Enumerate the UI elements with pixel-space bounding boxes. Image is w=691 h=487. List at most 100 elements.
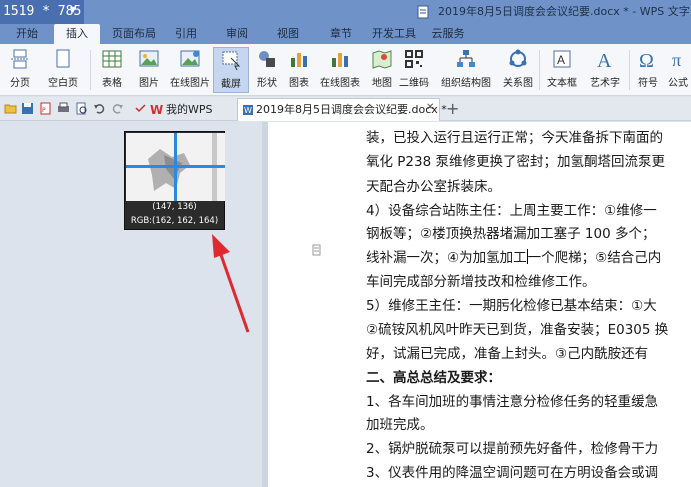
document-line: 钢板等；②楼顶换热器堵漏加工塞子 100 多个； [366, 226, 656, 242]
document-line: 氧化 P238 泵维修更换了密封；加氢酮塔回流泵更 [366, 154, 665, 170]
symbol-button[interactable]: Ω 符号 [633, 47, 663, 93]
org-chart-button[interactable]: 组织结构图 [434, 47, 498, 93]
formula-button[interactable]: π 公式 [665, 47, 691, 93]
export-pdf-icon[interactable]: P [39, 102, 52, 115]
blank-page-icon [56, 49, 70, 68]
undo-icon[interactable] [93, 102, 106, 115]
wordart-label: 艺术字 [590, 78, 620, 89]
symbol-icon: Ω [639, 50, 654, 70]
online-chart-button[interactable]: 在线图表 [315, 47, 365, 93]
online-picture-icon [180, 50, 200, 67]
picture-button[interactable]: 图片 [132, 47, 166, 93]
document-workspace: 装，已投入运行且运行正常；今天准备拆下南面的 氧化 P238 泵维修更换了密封；… [0, 122, 691, 487]
document-line-with-cursor: 线补漏一次；④为加氢加工一个爬梯；⑤结合己内 [366, 246, 661, 266]
document-page[interactable]: 装，已投入运行且运行正常；今天准备拆下南面的 氧化 P238 泵维修更换了密封；… [268, 122, 691, 487]
print-icon[interactable] [57, 102, 70, 115]
relation-chart-icon [509, 49, 527, 67]
svg-text:π: π [672, 50, 681, 70]
redo-icon[interactable] [111, 102, 124, 115]
window-title: 2019年8月5日调度会会议纪要.docx * - WPS 文字 [438, 5, 690, 18]
org-chart-icon [457, 50, 475, 67]
chart-button[interactable]: 图表 [285, 47, 313, 93]
tab-developer[interactable]: 开发工具 [366, 24, 422, 44]
online-chart-label: 在线图表 [320, 78, 360, 89]
magnifier-rgb-value: RGB:(162, 162, 164) [130, 216, 219, 226]
table-button[interactable]: 表格 [95, 47, 129, 93]
ribbon-separator [90, 50, 91, 90]
tab-insert[interactable]: 插入 [54, 24, 100, 44]
ribbon-separator [629, 50, 630, 90]
shapes-button[interactable]: 形状 [252, 47, 282, 93]
shapes-icon [259, 51, 275, 67]
chevron-down-icon[interactable]: ▼ [70, 5, 76, 14]
org-chart-label: 组织结构图 [441, 78, 491, 89]
picture-label: 图片 [139, 78, 159, 89]
textbox-button[interactable]: A 文本框 [542, 47, 582, 93]
menu-bar: 开始 插入 页面布局 引用 审阅 视图 章节 开发工具 云服务 [0, 24, 691, 44]
shapes-label: 形状 [257, 78, 277, 89]
blank-page-button[interactable]: 空白页 [40, 47, 86, 93]
annotation-arrow [212, 234, 250, 333]
document-line: 1、各车间加班的事情注意分检修任务的轻重缓急 [366, 394, 659, 410]
textbox-label: 文本框 [547, 78, 577, 89]
page-break-label: 分页 [10, 78, 30, 89]
magnifier-zoom-view [126, 133, 225, 201]
document-line: 加班完成。 [366, 417, 434, 433]
map-button[interactable]: 地图 [368, 47, 396, 93]
document-icon: W [243, 105, 253, 115]
textbox-icon: A [553, 50, 571, 68]
tab-my-wps[interactable]: W 我的WPS [144, 99, 232, 120]
print-preview-icon[interactable] [75, 102, 88, 115]
tab-view[interactable]: 视图 [268, 24, 308, 44]
document-line: 车间完成部分新增技改和检维修工作。 [366, 274, 596, 290]
page-break-button[interactable]: 分页 [3, 47, 37, 93]
document-line: 好，试漏已完成，准备上封头。③己内酰胺还有 [366, 346, 649, 362]
wps-logo-icon: W [150, 103, 163, 116]
open-folder-icon[interactable] [4, 102, 17, 115]
close-icon[interactable]: ✕ [426, 102, 434, 113]
ribbon-insert: 分页 空白页 表格 图片 在线图片 截屏 形状 图表 在线图表 地图 二维码 组… [0, 44, 691, 96]
svg-text:W: W [150, 103, 163, 116]
screenshot-magnifier: (147, 136) RGB:(162, 162, 164) [124, 131, 225, 230]
tab-review[interactable]: 审阅 [217, 24, 257, 44]
online-picture-button[interactable]: 在线图片 [168, 47, 212, 93]
table-icon [102, 50, 122, 68]
qrcode-button[interactable]: 二维码 [397, 47, 431, 93]
svg-text:P: P [42, 107, 46, 114]
new-tab-icon[interactable]: + [446, 99, 459, 118]
document-line: 天配合办公室拆装床。 [366, 179, 501, 195]
svg-text:Ω: Ω [639, 50, 654, 70]
tab-my-wps-label: 我的WPS [166, 103, 213, 116]
tab-current-document[interactable]: W 2019年8月5日调度会会议纪要.docx * [237, 98, 447, 121]
document-line: 2、锅炉脱硫泵可以提前预先好备件，检修骨干力 [366, 441, 659, 457]
tab-start[interactable]: 开始 [4, 24, 50, 44]
tab-cloud-service[interactable]: 云服务 [426, 24, 470, 44]
chart-label: 图表 [289, 78, 309, 89]
document-line-part: 一个爬梯；⑤结合己内 [527, 250, 662, 266]
quick-access-bar: P W 我的WPS W 2019年8月5日调度会会议纪要.docx * ✕ + [0, 97, 691, 121]
online-chart-icon [332, 53, 348, 67]
blank-page-label: 空白页 [48, 78, 78, 89]
tab-current-document-label: 2019年8月5日调度会会议纪要.docx * [256, 103, 447, 116]
tab-page-layout[interactable]: 页面布局 [104, 24, 164, 44]
ribbon-separator [539, 50, 540, 90]
paragraph-marker-icon[interactable] [312, 244, 322, 256]
section-heading: 二、高总总结及要求： [366, 370, 501, 386]
save-icon[interactable] [21, 102, 34, 115]
screenshot-icon [222, 51, 241, 71]
relation-chart-label: 关系图 [503, 78, 533, 89]
title-bar: 1519 * 785 ▼ 2019年8月5日调度会会议纪要.docx * - W… [0, 0, 691, 24]
relation-chart-button[interactable]: 关系图 [500, 47, 536, 93]
svg-text:A: A [597, 50, 612, 70]
picture-icon [139, 50, 159, 67]
wordart-button[interactable]: A 艺术字 [585, 47, 625, 93]
online-picture-label: 在线图片 [170, 78, 210, 89]
screenshot-button[interactable]: 截屏 [213, 47, 249, 93]
qrcode-label: 二维码 [399, 78, 429, 89]
tab-chapter[interactable]: 章节 [321, 24, 361, 44]
svg-text:W: W [244, 106, 252, 115]
document-line: 4）设备综合站陈主任：上周主要工作：①维修一 [366, 203, 657, 219]
tab-references[interactable]: 引用 [166, 24, 206, 44]
magnified-pixels [126, 133, 225, 201]
document-line: 装，已投入运行且运行正常；今天准备拆下南面的 [366, 130, 663, 146]
